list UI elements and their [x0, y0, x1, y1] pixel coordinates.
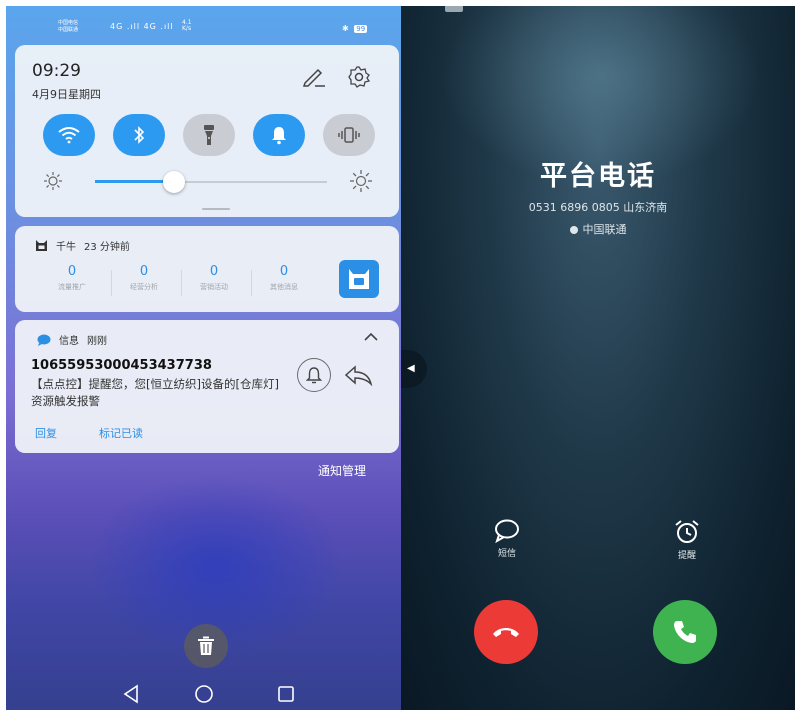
carrier-1: 中国电信 [58, 20, 79, 26]
status-right: ✱ 99 [342, 24, 368, 33]
navigation-bar [123, 684, 294, 704]
brightness-high-icon [350, 170, 372, 192]
sms-notification[interactable]: 信息 刚刚 10655953000453437738 【点点控】提醒您，您[恒立… [15, 320, 399, 453]
reply-action[interactable]: 回复 [35, 425, 57, 441]
flashlight-toggle[interactable] [183, 114, 235, 156]
caller-carrier: 中国联通 [401, 221, 795, 237]
notification-time: 23 分钟前 [84, 242, 130, 253]
hang-up-icon [493, 628, 519, 637]
remind-me-option[interactable]: 提醒 [657, 518, 717, 561]
caller-name: 平台电话 [540, 161, 656, 192]
bluetooth-status-icon: ✱ [342, 24, 349, 33]
quick-settings-panel: 09:29 4月9日星期四 [15, 45, 399, 217]
bluetooth-toggle[interactable] [113, 114, 165, 156]
chevron-left-icon: ◀ [407, 363, 415, 374]
panel-drag-handle[interactable] [202, 208, 230, 210]
option-label: 短信 [497, 549, 516, 559]
stat-label: 流量推广 [58, 283, 86, 291]
app-name: 千牛 [56, 242, 76, 253]
stat-value: 0 [67, 264, 77, 279]
sim-icon [569, 226, 578, 234]
notification-header: 千牛 23 分钟前 [35, 238, 130, 253]
speed-unit: K/s [182, 25, 192, 32]
decline-call-button[interactable] [474, 600, 538, 664]
status-bar: 中国电信 中国联通 4G .ıll 4G .ıll 4.1 K/s ✱ 99 [6, 6, 401, 48]
stat-item[interactable]: 0 其他消息 [249, 264, 319, 292]
stat-item[interactable]: 0 经营分析 [109, 264, 179, 292]
alarm-icon [675, 520, 699, 543]
network-speed: 4.1 K/s [182, 20, 192, 32]
app-name: 信息 [59, 336, 79, 347]
phone-icon [674, 621, 696, 643]
bluetooth-icon [134, 126, 145, 144]
home-icon[interactable] [195, 685, 213, 703]
notification-shade-screen: 中国电信 中国联通 4G .ıll 4G .ıll 4.1 K/s ✱ 99 0… [6, 6, 401, 710]
stat-label: 营销活动 [200, 283, 228, 291]
chevron-up-icon[interactable] [362, 330, 380, 344]
wifi-toggle[interactable] [43, 114, 95, 156]
settings-gear-icon[interactable] [347, 65, 371, 89]
brightness-slider-handle[interactable] [162, 171, 185, 193]
battery-icon: 99 [354, 25, 368, 33]
flashlight-icon [204, 125, 214, 145]
brightness-low-icon [44, 172, 62, 190]
notification-manage-link[interactable]: 通知管理 [318, 462, 366, 479]
carrier-2: 中国联通 [58, 27, 79, 33]
edit-icon[interactable] [301, 67, 327, 87]
signal-icon: 4G .ıll 4G .ıll [110, 22, 174, 31]
back-icon[interactable] [123, 684, 138, 704]
notification-header: 信息 刚刚 [37, 332, 107, 347]
status-notch-icon [445, 6, 463, 12]
qianniu-notification[interactable]: 千牛 23 分钟前 0 流量推广 0 经营分析 0 营销活动 0 其他消息 [15, 226, 399, 312]
clock-time: 09:29 [32, 61, 81, 81]
caller-number: 0531 6896 0805 山东济南 [528, 201, 668, 214]
clock-date: 4月9日星期四 [32, 88, 101, 101]
sms-sender: 10655953000453437738 [31, 358, 212, 373]
stat-value: 0 [209, 264, 219, 279]
stat-value: 0 [279, 264, 289, 279]
answer-call-button[interactable] [653, 600, 717, 664]
message-icon [495, 519, 519, 544]
message-app-icon [37, 334, 51, 346]
bell-icon [306, 367, 322, 384]
trash-icon [198, 636, 214, 655]
reply-icon[interactable] [343, 364, 373, 386]
vibrate-toggle[interactable] [323, 114, 375, 156]
carrier-labels: 中国电信 中国联通 [58, 20, 78, 34]
wifi-icon [58, 127, 80, 144]
incoming-call-screen: ◀ 平台电话 0531 6896 0805 山东济南 中国联通 短信 提醒 [401, 6, 795, 710]
stat-item[interactable]: 0 营销活动 [179, 264, 249, 292]
carrier-name: 中国联通 [582, 223, 627, 236]
notification-time: 刚刚 [87, 336, 107, 347]
qianniu-logo-icon [349, 269, 369, 289]
stat-value: 0 [139, 264, 149, 279]
bell-button[interactable] [297, 358, 331, 392]
qianniu-app-icon [36, 240, 47, 251]
stat-label: 经营分析 [130, 283, 158, 291]
qianniu-logo-button[interactable] [339, 260, 379, 298]
clear-notifications-button[interactable] [184, 624, 228, 668]
stat-label: 其他消息 [270, 283, 298, 291]
vibrate-icon [338, 127, 360, 143]
ring-toggle[interactable] [253, 114, 305, 156]
option-label: 提醒 [677, 551, 696, 561]
bell-icon [272, 127, 286, 145]
mark-read-action[interactable]: 标记已读 [99, 425, 143, 441]
recents-icon[interactable] [278, 686, 294, 702]
stat-item[interactable]: 0 流量推广 [37, 264, 107, 292]
sms-body: 【点点控】提醒您，您[恒立纺织]设备的[仓库灯]资源触发报警 [31, 377, 279, 408]
reply-with-message-option[interactable]: 短信 [477, 518, 537, 559]
